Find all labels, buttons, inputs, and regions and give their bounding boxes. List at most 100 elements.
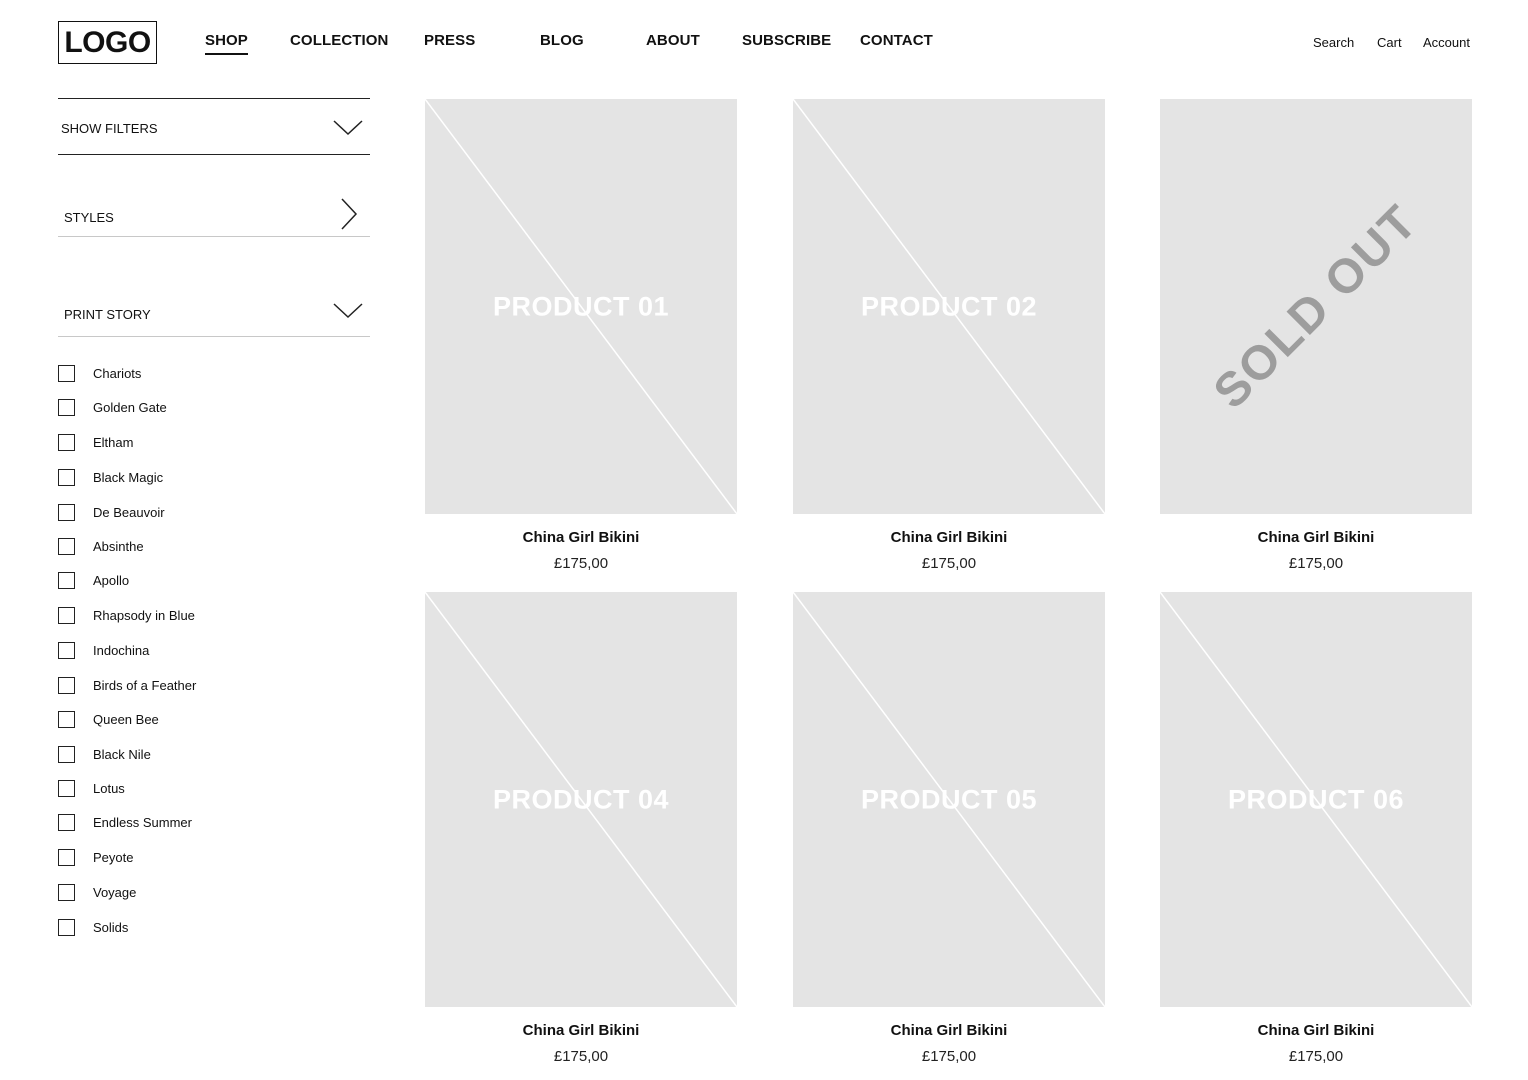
filter-option[interactable]: Eltham (58, 432, 318, 452)
filter-option[interactable]: Black Magic (58, 467, 318, 487)
checkbox[interactable] (58, 537, 75, 555)
divider (58, 154, 370, 155)
product-name[interactable]: China Girl Bikini (793, 1022, 1105, 1039)
product-card[interactable]: PRODUCT 02 China Girl Bikini £175,00 (793, 99, 1105, 572)
nav-subscribe[interactable]: SUBSCRIBE (742, 32, 831, 49)
product-card[interactable]: PRODUCT 05 China Girl Bikini £175,00 (793, 592, 1105, 1065)
product-price: £175,00 (921, 555, 977, 572)
divider (58, 98, 370, 99)
cart-link[interactable]: Cart (1377, 35, 1402, 50)
filter-option-label: Rhapsody in Blue (93, 607, 195, 623)
filter-option[interactable]: Birds of a Feather (58, 675, 318, 695)
filter-option[interactable]: Voyage (58, 882, 318, 902)
checkbox[interactable] (58, 468, 75, 486)
filter-option[interactable]: Black Nile (58, 744, 318, 764)
product-image[interactable]: PRODUCT 06 (1160, 592, 1472, 1007)
product-name[interactable]: China Girl Bikini (793, 529, 1105, 546)
print-story-label: PRINT STORY (64, 307, 151, 322)
nav-shop[interactable]: SHOP (205, 32, 248, 55)
chevron-down-icon (333, 120, 363, 136)
checkbox[interactable] (58, 641, 75, 659)
checkbox[interactable] (58, 606, 75, 624)
product-card[interactable]: SOLD OUT China Girl Bikini £175,00 (1160, 99, 1472, 572)
product-image[interactable]: PRODUCT 05 (793, 592, 1105, 1007)
chevron-down-icon (333, 303, 363, 319)
filter-option-label: Golden Gate (93, 399, 167, 415)
product-price: £175,00 (1288, 555, 1344, 572)
filter-option-label: Voyage (93, 884, 137, 900)
filter-option[interactable]: Solids (58, 917, 318, 937)
filter-option-label: De Beauvoir (93, 504, 165, 520)
filter-option-label: Queen Bee (93, 711, 159, 727)
nav-about[interactable]: ABOUT (646, 32, 700, 49)
checkbox[interactable] (58, 883, 75, 901)
filter-option-label: Indochina (93, 642, 150, 658)
show-filters-label: SHOW FILTERS (61, 121, 158, 136)
filter-option[interactable]: Peyote (58, 847, 318, 867)
product-name[interactable]: China Girl Bikini (425, 1022, 737, 1039)
filter-option[interactable]: Chariots (58, 363, 318, 383)
product-card[interactable]: PRODUCT 06 China Girl Bikini £175,00 (1160, 592, 1472, 1065)
checkbox[interactable] (58, 364, 75, 382)
product-name[interactable]: China Girl Bikini (1160, 1022, 1472, 1039)
filter-option-label: Eltham (93, 434, 134, 450)
filter-option[interactable]: Lotus (58, 778, 318, 798)
filter-option[interactable]: Apollo (58, 570, 318, 590)
checkbox[interactable] (58, 433, 75, 451)
checkbox[interactable] (58, 848, 75, 866)
checkbox[interactable] (58, 813, 75, 831)
filter-option-label: Black Nile (93, 746, 151, 762)
account-link[interactable]: Account (1423, 35, 1470, 50)
checkbox[interactable] (58, 398, 75, 416)
filter-option-label: Birds of a Feather (93, 677, 197, 693)
nav-press[interactable]: PRESS (424, 32, 475, 49)
divider (58, 336, 370, 337)
chevron-right-icon (341, 198, 358, 230)
filter-option-label: Chariots (93, 365, 142, 381)
checkbox[interactable] (58, 779, 75, 797)
filter-option-label: Peyote (93, 849, 134, 865)
product-image[interactable]: SOLD OUT (1160, 99, 1472, 514)
filter-option-label: Apollo (93, 572, 130, 588)
checkbox[interactable] (58, 745, 75, 763)
checkbox[interactable] (58, 710, 75, 728)
checkbox[interactable] (58, 503, 75, 521)
search-link[interactable]: Search (1313, 35, 1354, 50)
filter-option-label: Black Magic (93, 469, 164, 485)
logo[interactable]: LOGO (58, 21, 157, 64)
filter-option-label: Lotus (93, 780, 125, 796)
product-price: £175,00 (553, 1048, 609, 1065)
product-price: £175,00 (1288, 1048, 1344, 1065)
product-image[interactable]: PRODUCT 02 (793, 99, 1105, 514)
checkbox[interactable] (58, 676, 75, 694)
product-image[interactable]: PRODUCT 04 (425, 592, 737, 1007)
product-placeholder-label: PRODUCT 05 (860, 784, 1038, 814)
print-story-toggle[interactable]: PRINT STORY (58, 296, 370, 336)
product-price: £175,00 (921, 1048, 977, 1065)
show-filters-toggle[interactable]: SHOW FILTERS (58, 104, 370, 150)
styles-label: STYLES (64, 210, 114, 225)
filter-option[interactable]: Rhapsody in Blue (58, 605, 318, 625)
checkbox[interactable] (58, 918, 75, 936)
product-image[interactable]: PRODUCT 01 (425, 99, 737, 514)
nav-blog[interactable]: BLOG (540, 32, 584, 49)
product-name[interactable]: China Girl Bikini (1160, 529, 1472, 546)
product-card[interactable]: PRODUCT 04 China Girl Bikini £175,00 (425, 592, 737, 1065)
nav-contact[interactable]: CONTACT (860, 32, 933, 49)
product-card[interactable]: PRODUCT 01 China Girl Bikini £175,00 (425, 99, 737, 572)
filter-option[interactable]: De Beauvoir (58, 502, 318, 522)
filter-option[interactable]: Indochina (58, 640, 318, 660)
filter-option[interactable]: Golden Gate (58, 397, 318, 417)
filter-option[interactable]: Queen Bee (58, 709, 318, 729)
product-placeholder-label: PRODUCT 02 (860, 291, 1038, 321)
filter-option[interactable]: Absinthe (58, 536, 318, 556)
filter-option[interactable]: Endless Summer (58, 812, 318, 832)
product-placeholder-label: PRODUCT 04 (492, 784, 670, 814)
product-price: £175,00 (553, 555, 609, 572)
checkbox[interactable] (58, 571, 75, 589)
product-name[interactable]: China Girl Bikini (425, 529, 737, 546)
divider (58, 236, 370, 237)
filter-option-label: Solids (93, 919, 129, 935)
styles-toggle[interactable]: STYLES (58, 196, 370, 236)
nav-collection[interactable]: COLLECTION (290, 32, 389, 49)
